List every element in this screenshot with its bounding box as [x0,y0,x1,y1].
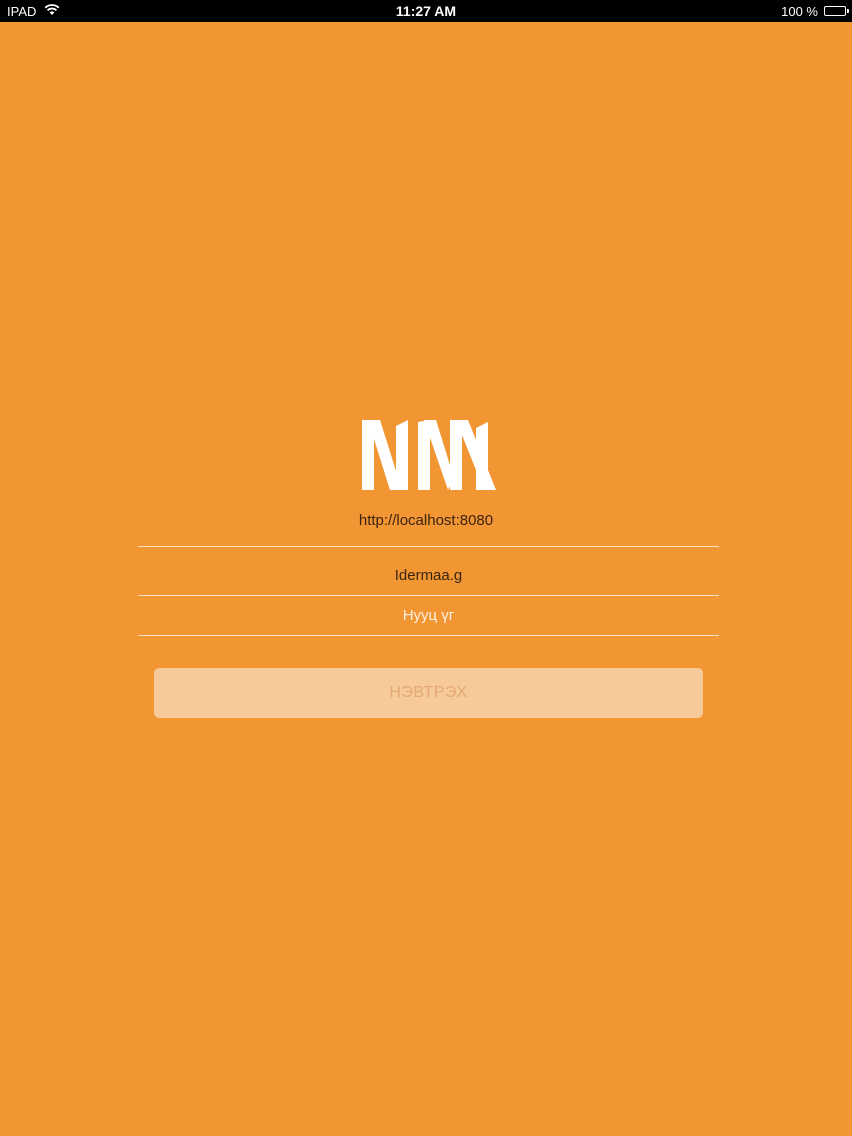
battery-percent: 100 % [781,3,818,19]
nm-logo [358,418,500,492]
login-button[interactable]: НЭВТРЭХ [154,668,703,718]
status-time: 11:27 AM [395,3,457,19]
username-field[interactable]: Idermaa.g [138,556,719,596]
server-divider [138,546,719,547]
status-right: 100 % [781,0,849,22]
password-field[interactable]: Нууц үг [138,596,719,636]
battery-tip [847,9,849,13]
server-url[interactable]: http://localhost:8080 [0,512,852,529]
status-bar: IPAD 11:27 AM 100 % [0,0,852,22]
battery-icon [824,6,849,16]
